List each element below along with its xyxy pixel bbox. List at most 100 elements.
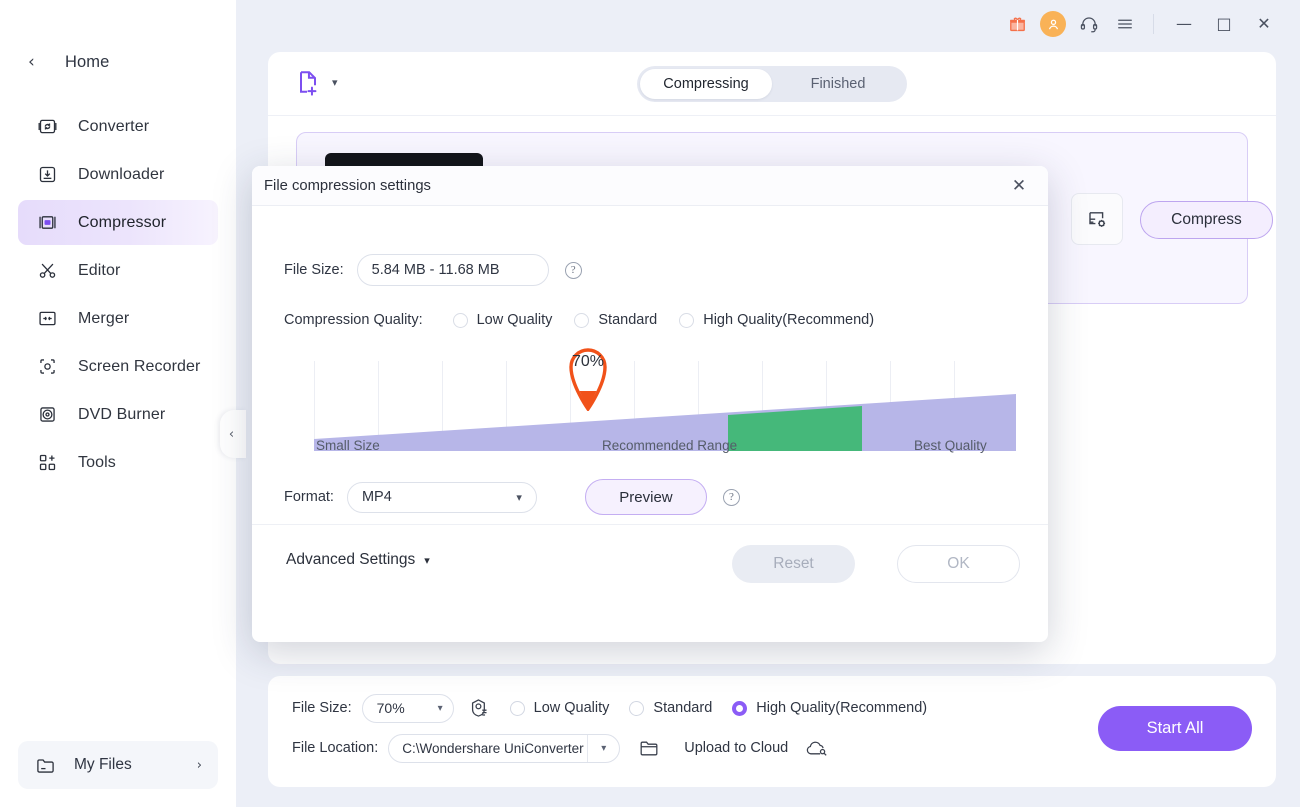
gift-icon[interactable]: [999, 6, 1035, 42]
sidebar-item-tools[interactable]: Tools: [18, 440, 218, 485]
pin-marker-icon: [559, 333, 617, 411]
sidebar-item-label: Screen Recorder: [78, 358, 200, 376]
dialog-format-row: Format: MP4 ▾ Preview ?: [284, 479, 740, 515]
tab-label: Finished: [811, 76, 866, 92]
advanced-settings-toggle[interactable]: Advanced Settings ▾: [286, 551, 430, 569]
folder-open-icon[interactable]: [638, 738, 660, 758]
format-value: MP4: [362, 489, 392, 505]
close-icon[interactable]: ✕: [1006, 173, 1032, 199]
avatar: [1040, 11, 1066, 37]
sidebar-collapse-handle[interactable]: ‹: [220, 410, 246, 458]
file-size-input[interactable]: 5.84 MB - 11.68 MB: [357, 254, 549, 286]
sidebar-item-screen-recorder[interactable]: Screen Recorder: [18, 344, 218, 389]
tab-label: Compressing: [663, 76, 748, 92]
compressor-icon: [36, 212, 58, 234]
chevron-down-icon: ▾: [424, 554, 430, 567]
quality-option-label: Low Quality: [477, 312, 553, 328]
download-icon: [36, 164, 58, 186]
sidebar-item-editor[interactable]: Editor: [18, 248, 218, 293]
my-files-button[interactable]: My Files ›: [18, 741, 218, 789]
account-avatar-icon[interactable]: [1035, 6, 1071, 42]
quality-option-label: High Quality(Recommend): [756, 700, 927, 716]
quality-option-low[interactable]: Low Quality: [510, 700, 610, 716]
file-location-value: C:\Wondershare UniConverter 1: [389, 741, 587, 756]
reset-button[interactable]: Reset: [732, 545, 855, 583]
converter-icon: [36, 116, 58, 138]
file-size-label: File Size:: [292, 700, 352, 716]
quality-option-label: Low Quality: [534, 700, 610, 716]
chart-label-best-quality: Best Quality: [914, 438, 987, 453]
tab-finished[interactable]: Finished: [772, 69, 904, 99]
close-window-button[interactable]: ✕: [1244, 7, 1284, 41]
sidebar-item-label: Merger: [78, 310, 129, 328]
dialog-quality-option-low[interactable]: Low Quality: [453, 312, 553, 328]
my-files-label: My Files: [74, 756, 197, 774]
minimize-button[interactable]: —: [1164, 7, 1204, 41]
radio-dot: [510, 701, 525, 716]
file-size-value: 70%: [377, 700, 405, 716]
chevron-down-icon: ▾: [516, 491, 522, 504]
chart-label-recommended-range: Recommended Range: [602, 438, 737, 453]
dialog-quality-option-high[interactable]: High Quality(Recommend): [679, 312, 874, 328]
radio-dot: [629, 701, 644, 716]
start-all-button[interactable]: Start All: [1098, 706, 1252, 751]
format-label: Format:: [284, 489, 334, 505]
chart-label-small-size: Small Size: [316, 438, 380, 453]
radio-dot: [453, 313, 468, 328]
sidebar-home-label: Home: [65, 53, 109, 72]
close-icon: ✕: [1257, 16, 1270, 32]
quality-option-label: Standard: [598, 312, 657, 328]
file-size-label: File Size:: [284, 262, 344, 278]
sidebar-item-label: Converter: [78, 118, 149, 136]
file-settings-icon[interactable]: [1071, 193, 1123, 245]
slider-value-label: 70%: [559, 353, 617, 371]
preview-button[interactable]: Preview: [585, 479, 707, 515]
slider-value-pin[interactable]: 70%: [559, 333, 617, 411]
ok-button[interactable]: OK: [897, 545, 1020, 583]
titlebar-divider: [1153, 14, 1154, 34]
file-size-select[interactable]: 70% ▾: [362, 694, 454, 723]
chevron-down-icon: ▾: [587, 735, 619, 762]
dialog-quality-option-standard[interactable]: Standard: [574, 312, 657, 328]
help-circle-icon[interactable]: ?: [565, 262, 582, 279]
chevron-right-icon: ›: [197, 758, 202, 773]
headset-icon[interactable]: [1071, 6, 1107, 42]
maximize-button[interactable]: □: [1204, 7, 1244, 41]
sidebar-item-dvd-burner[interactable]: DVD Burner: [18, 392, 218, 437]
quality-slider-chart[interactable]: Small Size Recommended Range Best Qualit…: [314, 361, 1016, 451]
bottom-settings-bar: File Size: 70% ▾ Low Quality: [268, 676, 1276, 787]
quality-preset-icon[interactable]: [468, 697, 490, 719]
sidebar-item-downloader[interactable]: Downloader: [18, 152, 218, 197]
sidebar-item-compressor[interactable]: Compressor: [18, 200, 218, 245]
quality-option-standard[interactable]: Standard: [629, 700, 712, 716]
screen-record-icon: [36, 356, 58, 378]
file-size-value: 5.84 MB - 11.68 MB: [372, 262, 500, 278]
dialog-header: File compression settings ✕: [252, 166, 1048, 206]
quality-option-high[interactable]: High Quality(Recommend): [732, 700, 927, 716]
dialog-body: File Size: 5.84 MB - 11.68 MB ? Compress…: [252, 206, 1048, 602]
titlebar: — □ ✕: [236, 0, 1300, 48]
format-select[interactable]: MP4 ▾: [347, 482, 537, 513]
sidebar-item-merger[interactable]: Merger: [18, 296, 218, 341]
hamburger-menu-icon[interactable]: [1107, 6, 1143, 42]
sidebar-home[interactable]: ‹ Home: [0, 42, 236, 82]
radio-dot: [679, 313, 694, 328]
tab-compressing[interactable]: Compressing: [640, 69, 772, 99]
help-circle-icon[interactable]: ?: [723, 489, 740, 506]
cloud-upload-icon[interactable]: [804, 738, 828, 758]
start-all-label: Start All: [1147, 719, 1204, 738]
grid-tools-icon: [36, 452, 58, 474]
sidebar-item-converter[interactable]: Converter: [18, 104, 218, 149]
compression-quality-label: Compression Quality:: [284, 312, 423, 328]
folder-icon: [34, 754, 56, 776]
add-file-button[interactable]: ▾: [294, 68, 338, 96]
sidebar: ‹ Home Converter: [0, 0, 236, 807]
compress-button[interactable]: Compress: [1140, 201, 1273, 239]
sidebar-item-label: Downloader: [78, 166, 164, 184]
chevron-left-icon: ‹: [28, 54, 44, 71]
file-location-select[interactable]: C:\Wondershare UniConverter 1 ▾: [388, 734, 620, 763]
sidebar-item-label: DVD Burner: [78, 406, 165, 424]
disc-icon: [36, 404, 58, 426]
reset-button-label: Reset: [773, 555, 814, 573]
upload-to-cloud-label[interactable]: Upload to Cloud: [684, 740, 788, 756]
